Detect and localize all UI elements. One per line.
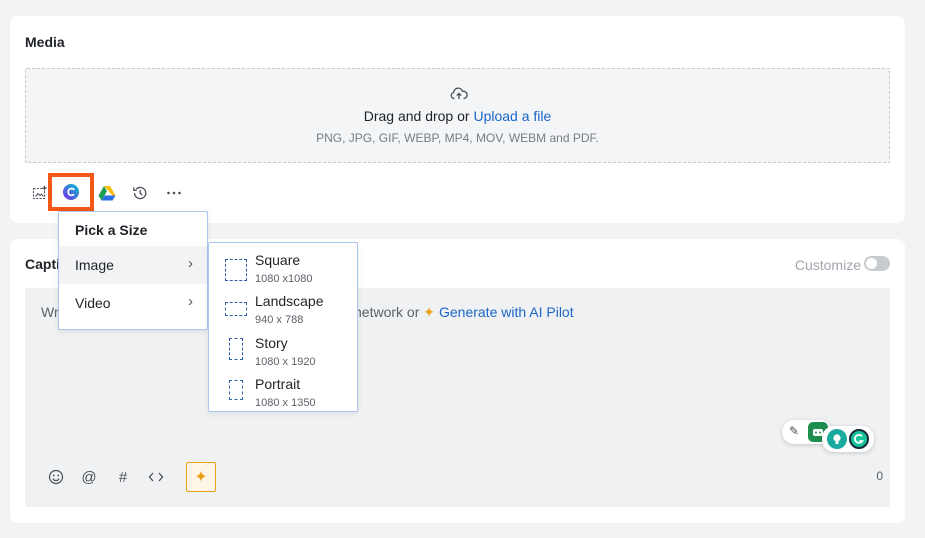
lightbulb-icon[interactable] bbox=[827, 429, 847, 449]
size-option-dims: 940 x 788 bbox=[255, 314, 304, 326]
supported-formats: PNG, JPG, GIF, WEBP, MP4, MOV, WEBM and … bbox=[316, 131, 599, 145]
history-icon[interactable] bbox=[130, 183, 150, 203]
ai-pilot-button[interactable]: ✦ bbox=[186, 462, 216, 492]
chevron-right-icon: › bbox=[188, 293, 193, 310]
size-option-story[interactable]: Story 1080 x 1920 bbox=[209, 330, 357, 370]
character-count: 0 bbox=[876, 469, 883, 483]
landscape-frame-icon bbox=[225, 302, 247, 316]
menu-item-label: Video bbox=[75, 295, 111, 311]
canva-button[interactable] bbox=[48, 173, 94, 211]
size-option-square[interactable]: Square 1080 x1080 bbox=[209, 247, 357, 287]
grammar-extension-pill[interactable] bbox=[822, 426, 874, 452]
dropzone-prefix: Drag and drop or bbox=[363, 108, 474, 124]
size-option-name: Landscape bbox=[255, 293, 324, 309]
menu-item-image[interactable]: Image › bbox=[59, 246, 207, 284]
size-option-dims: 1080 x1080 bbox=[255, 273, 313, 285]
generate-ai-link[interactable]: Generate with AI Pilot bbox=[439, 304, 574, 320]
caption-title: Capti bbox=[25, 256, 60, 272]
canva-icon bbox=[63, 184, 79, 200]
menu-item-video[interactable]: Video › bbox=[59, 284, 207, 322]
size-option-portrait[interactable]: Portrait 1080 x 1350 bbox=[209, 371, 357, 411]
mention-icon[interactable]: @ bbox=[78, 466, 100, 488]
size-option-name: Story bbox=[255, 335, 288, 351]
dropzone-text: Drag and drop or Upload a file bbox=[26, 108, 889, 124]
media-dropzone[interactable]: Drag and drop or Upload a file PNG, JPG,… bbox=[25, 68, 890, 163]
pick-size-menu: Pick a Size Image › Video › bbox=[58, 211, 208, 330]
size-option-dims: 1080 x 1920 bbox=[255, 356, 316, 368]
code-icon[interactable] bbox=[145, 466, 167, 488]
menu-item-label: Image bbox=[75, 257, 114, 273]
ai-sparkle-icon: ✦ bbox=[423, 304, 435, 320]
cloud-upload-icon bbox=[450, 87, 468, 100]
feather-icon: ✎ bbox=[789, 424, 800, 438]
caption-placeholder-text: l network or bbox=[347, 304, 424, 320]
image-add-icon[interactable] bbox=[30, 183, 50, 203]
emoji-icon[interactable] bbox=[45, 466, 67, 488]
more-icon[interactable] bbox=[164, 183, 184, 203]
grammarly-icon[interactable] bbox=[849, 429, 869, 449]
portrait-frame-icon bbox=[229, 380, 243, 400]
hashtag-icon[interactable]: # bbox=[112, 466, 134, 488]
story-frame-icon bbox=[229, 338, 243, 360]
ai-sparkle-icon: ✦ bbox=[194, 469, 208, 486]
menu-heading: Pick a Size bbox=[75, 222, 148, 238]
image-size-submenu: Square 1080 x1080 Landscape 940 x 788 St… bbox=[208, 242, 358, 412]
size-option-landscape[interactable]: Landscape 940 x 788 bbox=[209, 288, 357, 328]
square-frame-icon bbox=[225, 259, 247, 281]
size-option-name: Square bbox=[255, 252, 301, 268]
google-drive-icon[interactable] bbox=[97, 183, 117, 203]
chevron-right-icon: › bbox=[188, 255, 193, 272]
media-title: Media bbox=[25, 34, 65, 50]
size-option-name: Portrait bbox=[255, 376, 301, 392]
customize-toggle[interactable] bbox=[864, 256, 890, 271]
upload-file-link[interactable]: Upload a file bbox=[473, 108, 551, 124]
customize-label: Customize bbox=[794, 257, 861, 273]
media-card: Media Drag and drop or Upload a file PNG… bbox=[10, 16, 905, 223]
size-option-dims: 1080 x 1350 bbox=[255, 397, 316, 409]
caption-placeholder: l network or ✦ Generate with AI Pilot bbox=[347, 304, 574, 321]
caption-placeholder-start: Wr bbox=[41, 304, 59, 320]
